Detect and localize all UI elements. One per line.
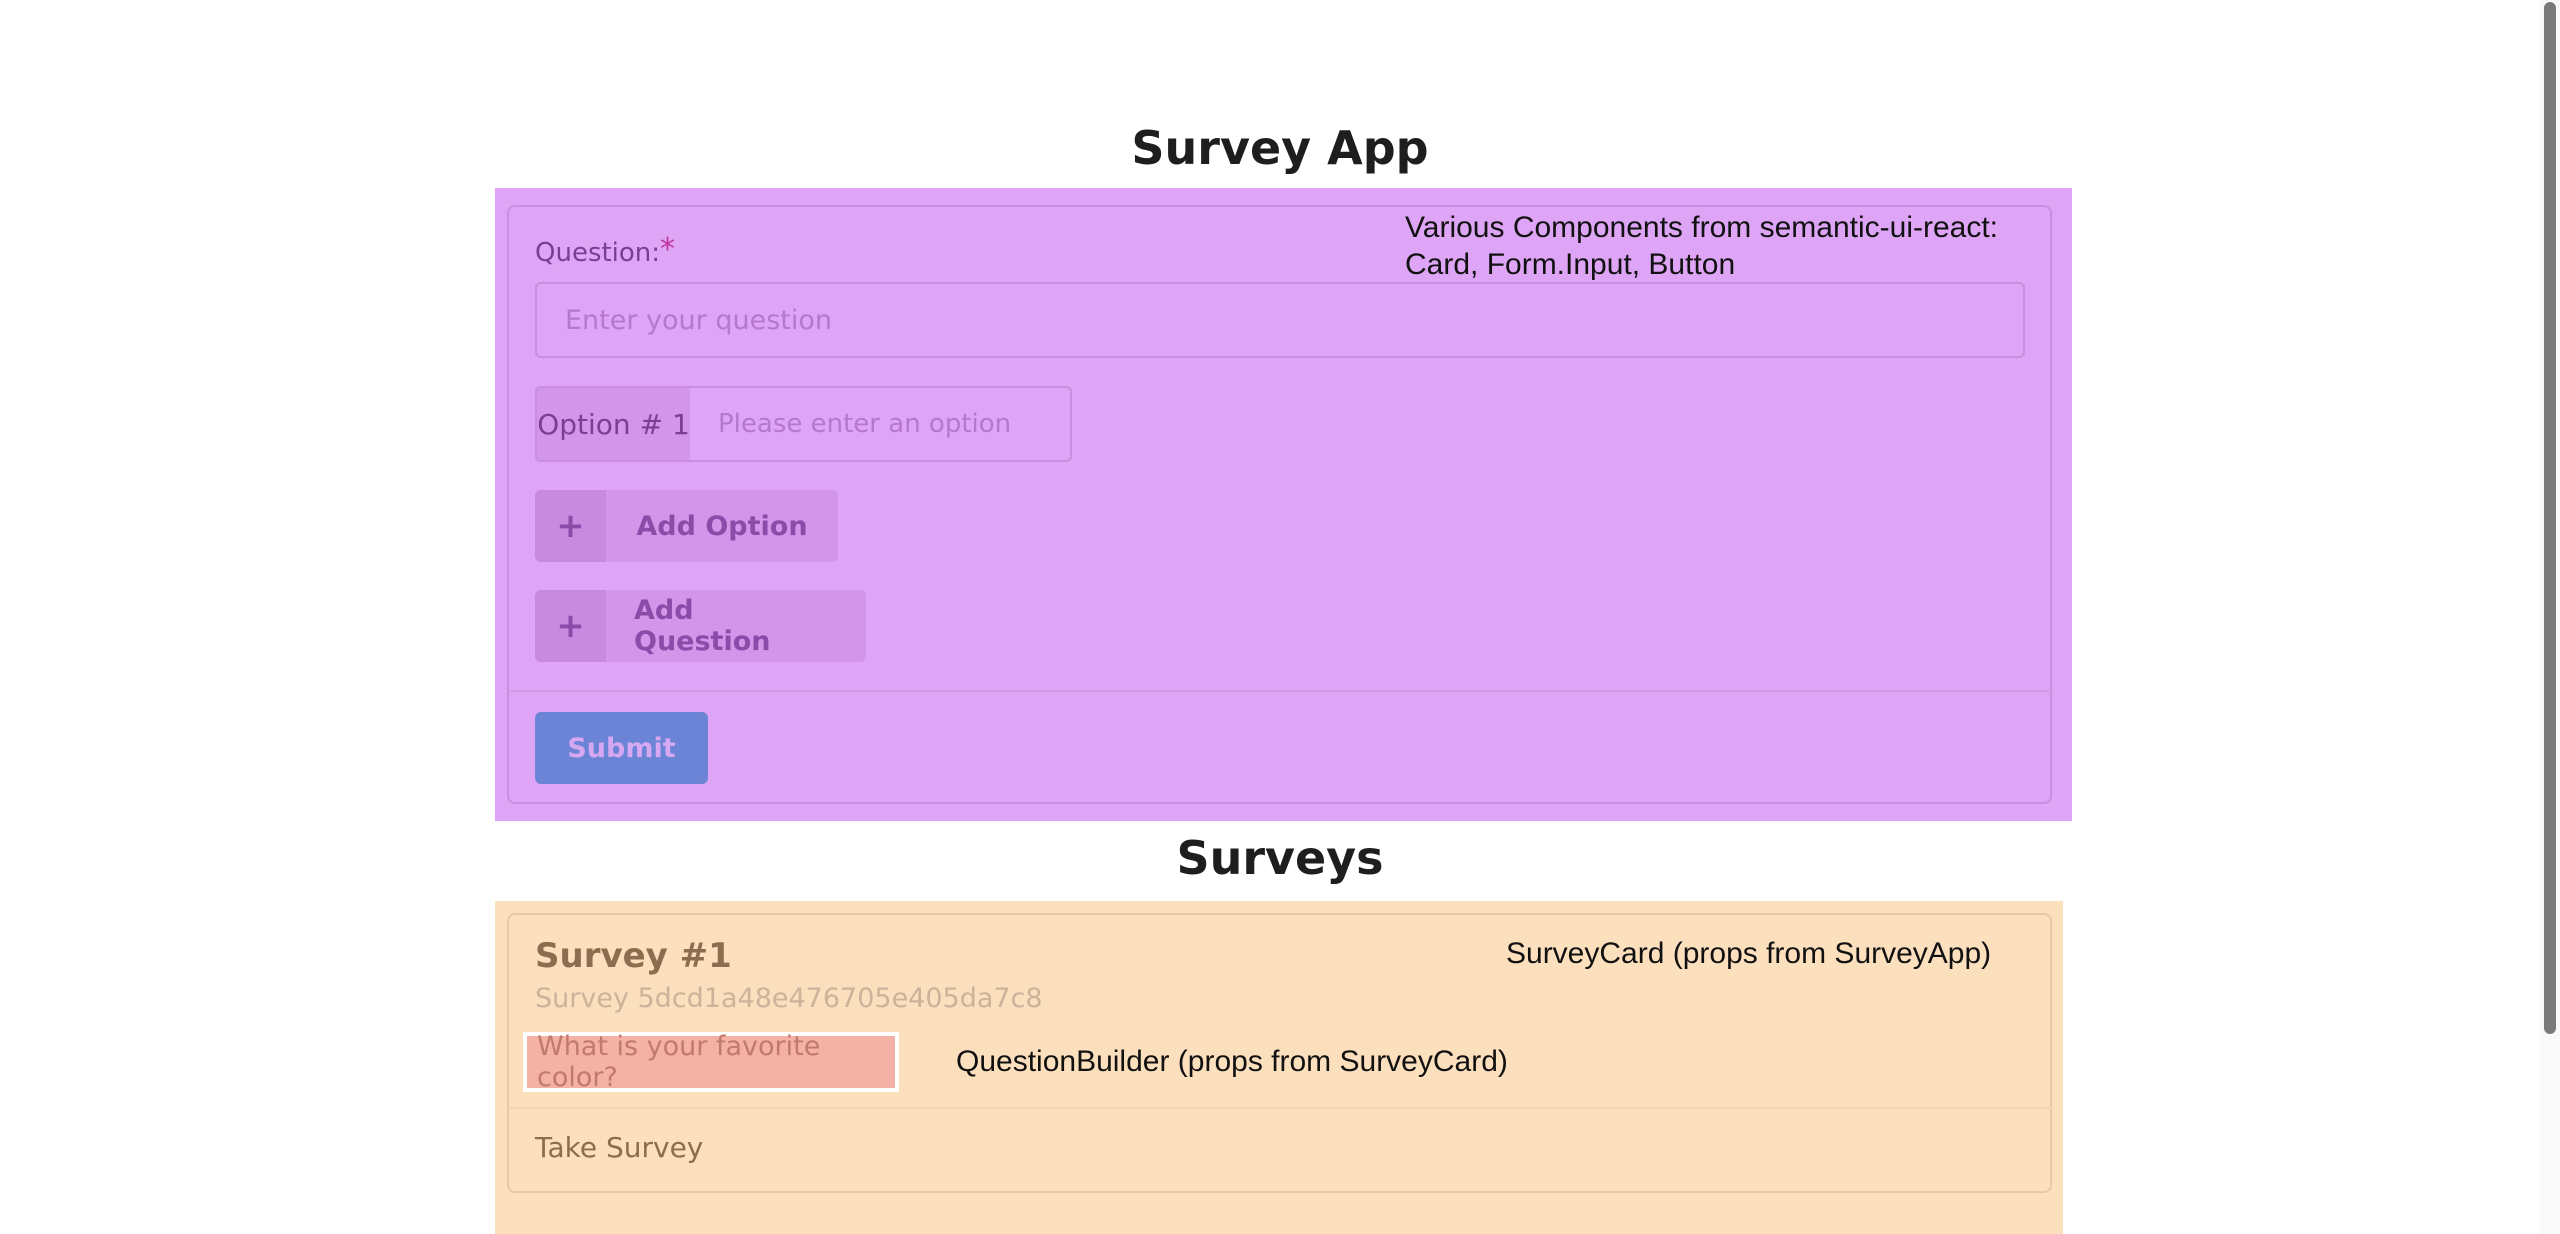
submit-button[interactable]: Submit [535, 712, 708, 784]
surveys-heading: Surveys [1176, 831, 1384, 885]
questionbuilder-annotation: QuestionBuilder (props from SurveyCard) [956, 1045, 1508, 1078]
surveycard-annotation: SurveyCard (props from SurveyApp) [1506, 937, 1992, 970]
page-title: Survey App [1131, 121, 1429, 175]
plus-icon: + [535, 590, 606, 662]
add-question-label: Add Question [634, 595, 771, 657]
add-option-label: Add Option [636, 510, 808, 542]
components-annotation-line2: Card, Form.Input, Button [1405, 248, 1736, 281]
required-mark: * [660, 232, 675, 267]
survey-title: Survey #1 [535, 936, 732, 976]
question-input[interactable] [535, 282, 2025, 358]
add-question-button[interactable]: + Add Question [535, 590, 866, 662]
option-label: Option # 1 [537, 388, 690, 460]
components-annotation: Various Components from semantic-ui-reac… [1405, 209, 1998, 283]
question-chip: What is your favorite color? [523, 1031, 899, 1093]
components-annotation-line1: Various Components from semantic-ui-reac… [1405, 211, 1998, 244]
option-input[interactable] [690, 388, 1070, 460]
add-option-button[interactable]: + Add Option [535, 490, 838, 562]
scrollbar-thumb[interactable] [2544, 2, 2556, 1034]
survey-meta: Survey 5dcd1a48e476705e405da7c8 [535, 983, 1043, 1014]
plus-icon: + [535, 490, 606, 562]
card-divider [508, 690, 2053, 692]
option-row: Option # 1 [535, 386, 1072, 462]
question-label: Question: [535, 238, 661, 268]
take-survey-link[interactable]: Take Survey [535, 1131, 703, 1164]
survey-divider [508, 1107, 2053, 1109]
